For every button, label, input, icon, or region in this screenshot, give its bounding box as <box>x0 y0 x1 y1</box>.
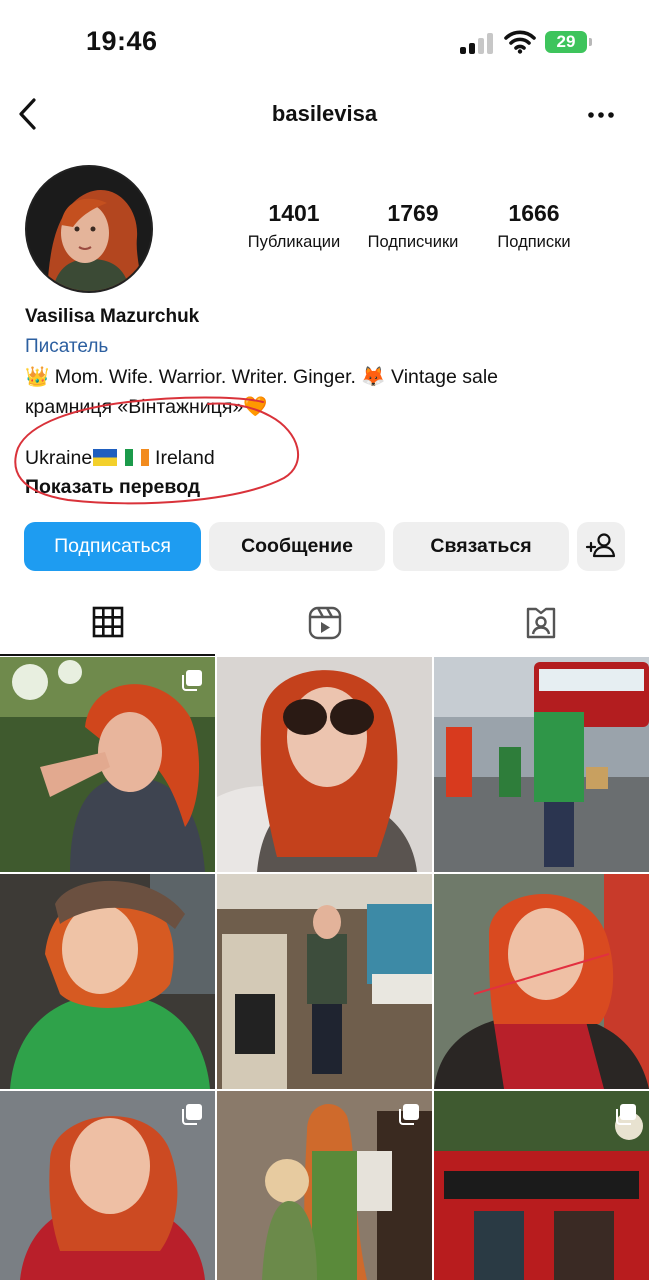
post-thumbnail[interactable] <box>217 874 432 1089</box>
tab-tagged[interactable] <box>432 592 648 656</box>
tagged-icon <box>526 607 556 639</box>
post-image <box>217 657 432 872</box>
ukraine-flag-icon <box>93 449 118 466</box>
more-options-icon[interactable] <box>584 100 618 130</box>
multi-photo-icon <box>399 1104 419 1125</box>
tab-reels[interactable] <box>216 592 432 656</box>
multi-photo-icon <box>182 1104 202 1125</box>
location-start: Ukraine <box>25 447 93 469</box>
post-thumbnail[interactable] <box>0 874 215 1089</box>
orange-heart-emoji: 🧡 <box>243 395 268 418</box>
message-button[interactable]: Сообщение <box>209 522 385 571</box>
stat-posts-count: 1401 <box>268 200 320 226</box>
location-end: Ireland <box>155 447 215 469</box>
battery-tip <box>589 38 592 46</box>
multi-photo-icon <box>616 1104 636 1125</box>
profile-avatar[interactable] <box>25 165 153 293</box>
profile-username: basilevisa <box>271 101 378 126</box>
fox-emoji: 🦊 <box>361 365 386 388</box>
follow-button[interactable]: Подписаться <box>24 522 201 571</box>
stat-followers-label: Подписчики <box>367 233 459 251</box>
bio-location: Ukraine Ireland <box>25 447 605 470</box>
bio-line-1-tail: Vintage sale <box>391 366 499 388</box>
post-thumbnail[interactable] <box>217 1091 432 1280</box>
display-name: Vasilisa Mazurchuk <box>25 306 200 327</box>
battery-icon: 29 <box>545 31 587 53</box>
status-bar: 19:46 29 <box>0 0 649 80</box>
post-thumbnail[interactable] <box>434 1091 649 1280</box>
post-image <box>217 874 432 1089</box>
suggested-users-button[interactable] <box>577 522 625 571</box>
posts-grid <box>0 657 649 1280</box>
post-image <box>434 874 649 1089</box>
contact-button[interactable]: Связаться <box>393 522 569 571</box>
post-image <box>434 657 649 872</box>
active-tab-indicator <box>0 654 215 656</box>
show-translation-link[interactable]: Показать перевод <box>25 476 605 499</box>
stat-posts-label: Публикации <box>247 233 341 251</box>
profile-category: Писатель <box>25 336 109 357</box>
cellular-signal-icon <box>460 32 494 54</box>
stat-following-count: 1666 <box>508 200 560 226</box>
crown-emoji: 👑 <box>25 365 50 388</box>
stat-posts[interactable]: 1401 Публикации <box>236 200 352 252</box>
post-thumbnail[interactable] <box>434 657 649 872</box>
battery-level: 29 <box>556 32 576 51</box>
reels-icon <box>308 606 342 640</box>
bio-line-1: 👑 Mom. Wife. Warrior. Writer. Ginger. 🦊 … <box>25 363 605 391</box>
post-thumbnail[interactable] <box>217 657 432 872</box>
profile-tabs <box>0 592 649 656</box>
bio-line-2-text: крамниця «Вінтажниця» <box>25 396 244 418</box>
add-person-icon <box>585 533 616 558</box>
profile-bio: Vasilisa Mazurchuk Писатель 👑 Mom. Wife.… <box>25 306 605 499</box>
stat-following-label: Подписки <box>497 233 571 251</box>
post-thumbnail[interactable] <box>0 657 215 872</box>
profile-actions: Подписаться Сообщение Связаться <box>24 522 626 572</box>
stat-followers[interactable]: 1769 Подписчики <box>354 200 472 252</box>
grid-icon <box>92 606 124 638</box>
wifi-icon <box>504 30 536 54</box>
profile-nav-bar: basilevisa <box>0 88 649 142</box>
post-thumbnail[interactable] <box>434 874 649 1089</box>
post-thumbnail[interactable] <box>0 1091 215 1280</box>
ireland-flag-icon <box>124 449 149 466</box>
bio-line-2: крамниця «Вінтажниця»🧡 <box>25 393 605 421</box>
stat-following[interactable]: 1666 Подписки <box>478 200 590 252</box>
post-image <box>0 874 215 1089</box>
bio-line-1-text: Mom. Wife. Warrior. Writer. Ginger. <box>54 366 356 388</box>
profile-stats: 1401 Публикации 1769 Подписчики 1666 Под… <box>236 200 596 260</box>
avatar-illustration <box>27 167 151 291</box>
stat-followers-count: 1769 <box>387 200 439 226</box>
status-time: 19:46 <box>86 26 158 56</box>
multi-photo-icon <box>182 670 202 691</box>
tab-posts[interactable] <box>0 592 216 656</box>
